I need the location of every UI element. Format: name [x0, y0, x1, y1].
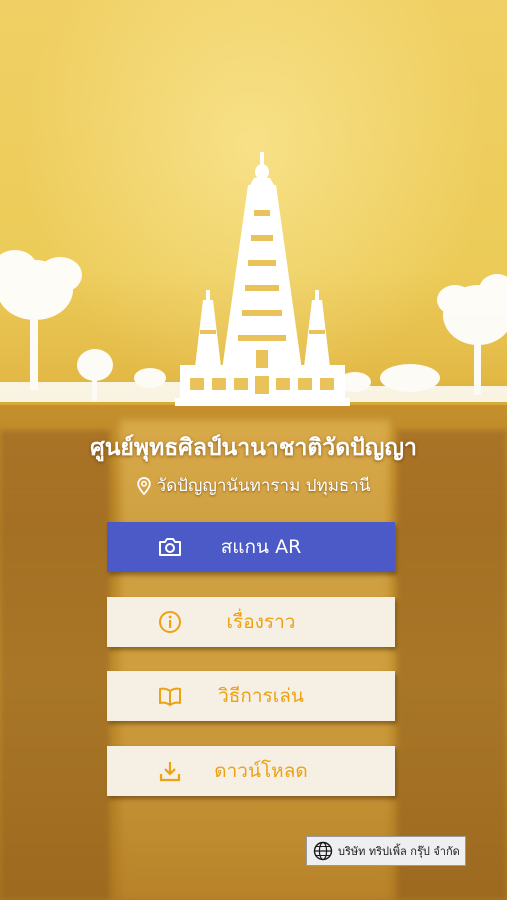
story-button[interactable]: เรื่องราว [107, 597, 395, 647]
map-pin-icon [136, 476, 151, 495]
scan-ar-button[interactable]: สแกน AR [107, 522, 395, 572]
temple-illustration [0, 152, 507, 406]
download-label: ดาวน์โหลด [214, 760, 308, 782]
tree-silhouettes-right [339, 274, 507, 402]
company-badge[interactable]: บริษัท ทริปเพิ้ล กรุ๊ป จำกัด [306, 836, 466, 866]
ar-home-screen: ศูนย์พุทธศิลป์นานาชาติวัดปัญญา วัดปัญญาน… [0, 0, 507, 900]
location-line: วัดปัญญานันทาราม ปทุมธานี [0, 472, 507, 499]
garden-bank-left [0, 430, 110, 900]
how-to-play-label: วิธีการเล่น [218, 685, 304, 707]
scan-ar-label: สแกน AR [220, 536, 302, 558]
camera-icon [159, 538, 181, 556]
how-to-play-button[interactable]: วิธีการเล่น [107, 671, 395, 721]
globe-icon [313, 841, 333, 861]
location-text: วัดปัญญานันทาราม ปทุมธานี [156, 476, 371, 496]
story-label: เรื่องราว [226, 611, 296, 633]
download-button[interactable]: ดาวน์โหลด [107, 746, 395, 796]
download-icon [159, 762, 181, 782]
info-circle-icon [159, 611, 181, 633]
tree-silhouettes-left [0, 250, 180, 402]
garden-bank-right [397, 430, 507, 900]
open-book-icon [159, 687, 181, 706]
page-title: ศูนย์พุทธศิลป์นานาชาติวัดปัญญา [90, 435, 417, 461]
company-name: บริษัท ทริปเพิ้ล กรุ๊ป จำกัด [338, 845, 460, 858]
